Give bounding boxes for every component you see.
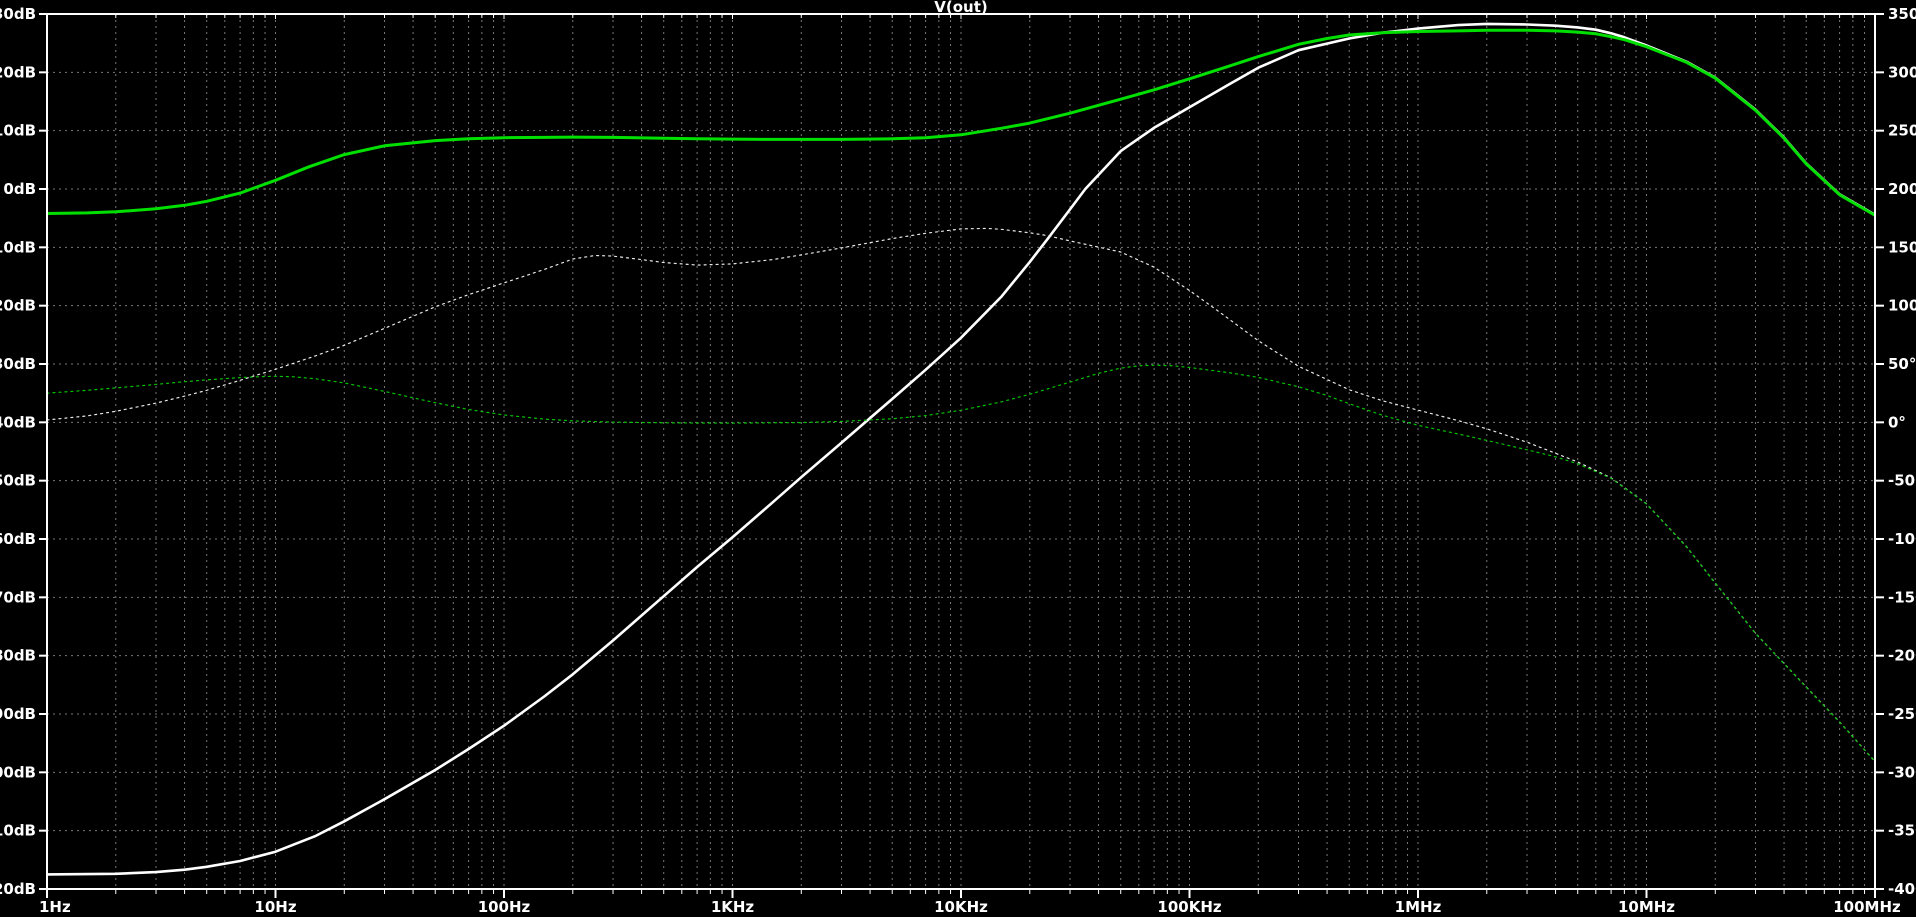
y-right-tick-label: -150° [1888,588,1916,606]
x-tick-label: 1Hz [39,898,71,916]
y-left-tick-label: -50dB [0,472,36,490]
y-right-tick-label: -100° [1888,530,1916,548]
x-tick-label: 100KHz [1157,898,1221,916]
y-left-tick-label: -100dB [0,763,36,781]
y-right-tick-label: 200° [1888,180,1916,198]
waveform-viewer: 30dB 20dB 10dB 0dB -10dB -20dB -30dB -40dB -50dB… [0,0,1916,917]
y-left-tick-label: -80dB [0,647,36,665]
y-right-tick-label: 150° [1888,238,1916,256]
bode-plot[interactable]: 30dB 20dB 10dB 0dB -10dB -20dB -30dB -40dB -50dB… [0,0,1916,917]
y-right-tick-label: -250° [1888,705,1916,723]
y-right-tick-label: -200° [1888,647,1916,665]
x-tick-label: 10Hz [254,898,296,916]
y-left-tick-label: -20dB [0,297,36,315]
axis-labels: 30dB 20dB 10dB 0dB -10dB -20dB -30dB -40dB -50dB… [0,5,1916,916]
plot-frame [46,13,1876,890]
x-tick-label: 10KHz [934,898,988,916]
y-right-tick-label: -350° [1888,822,1916,840]
x-tick-label: 100MHz [1833,898,1901,916]
x-tick-label: 1KHz [711,898,755,916]
trace-green-phase[interactable] [47,364,1875,763]
y-left-tick-label: -40dB [0,413,36,431]
y-right-tick-label: 250° [1888,122,1916,140]
y-left-tick-label: -60dB [0,530,36,548]
y-right-tick-label: -300° [1888,763,1916,781]
y-right-tick-label: 0° [1888,413,1906,431]
x-tick-label: 100Hz [478,898,531,916]
y-left-tick-label: 20dB [0,63,36,81]
x-tick-label: 1MHz [1395,898,1442,916]
y-right-tick-label: -400° [1888,880,1916,898]
gridlines [47,14,1875,889]
y-left-tick-label: -70dB [0,588,36,606]
y-left-tick-label: -90dB [0,705,36,723]
y-left-tick-label: -10dB [0,238,36,256]
y-right-tick-label: 100° [1888,297,1916,315]
y-right-tick-label: 300° [1888,63,1916,81]
y-left-tick-label: -30dB [0,355,36,373]
y-left-tick-label: -110dB [0,822,36,840]
plot-border [46,13,1876,890]
y-left-tick-label: 0dB [3,180,36,198]
y-right-tick-label: 350° [1888,5,1916,23]
trace-title[interactable]: V(out) [934,0,987,16]
y-left-tick-label: -120dB [0,880,36,898]
x-tick-label: 10MHz [1618,898,1675,916]
y-right-tick-label: 50° [1888,355,1916,373]
y-left-tick-label: 30dB [0,5,36,23]
y-right-tick-label: -50° [1888,472,1916,490]
y-left-tick-label: 10dB [0,122,36,140]
